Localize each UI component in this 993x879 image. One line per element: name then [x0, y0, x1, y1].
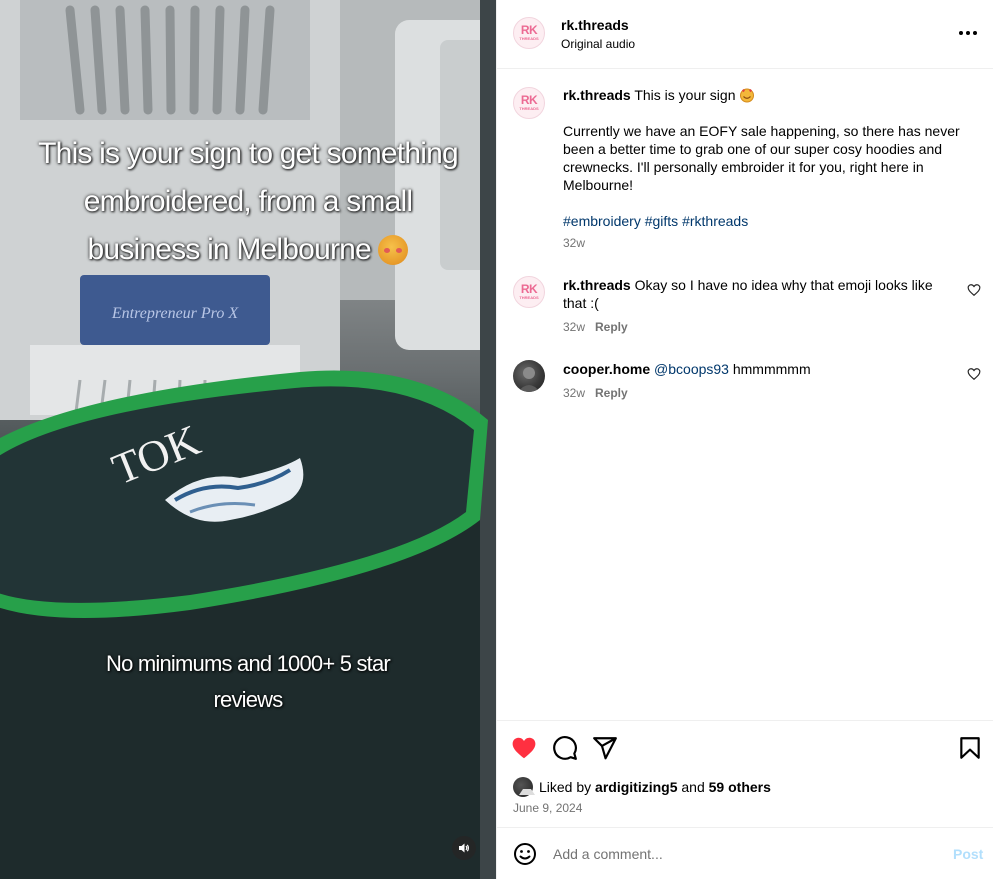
post-header: RK THREADS rk.threads Original audio	[497, 0, 993, 69]
avatar-logo-text: RK	[520, 282, 538, 296]
comment-icon[interactable]	[552, 735, 578, 761]
more-dot	[966, 31, 970, 35]
avatar-logo-text: RK	[520, 23, 538, 37]
liked-by-user[interactable]: ardigitizing5	[595, 779, 677, 795]
post-details-panel: RK THREADS rk.threads Original audio RK …	[496, 0, 993, 879]
comment-username[interactable]: rk.threads	[563, 277, 631, 293]
post-caption: rk.threads This is your sign Currently w…	[563, 86, 963, 234]
speaker-icon	[459, 843, 469, 853]
avatar[interactable]: RK THREADS	[513, 17, 545, 49]
comment-time: 32w	[563, 386, 586, 400]
more-options-button[interactable]	[957, 24, 979, 42]
avatar-logo-subtext: THREADS	[519, 106, 539, 111]
like-heart-icon[interactable]	[511, 735, 537, 761]
share-send-icon[interactable]	[592, 735, 618, 761]
comment-text: hmmmmmm	[732, 361, 811, 377]
header-username[interactable]: rk.threads	[561, 17, 629, 33]
avatar-logo-subtext: THREADS	[519, 36, 539, 41]
avatar[interactable]: RK THREADS	[513, 87, 545, 119]
caption-first-line: This is your sign	[634, 87, 736, 103]
comment: rk.threads Okay so I have no idea why th…	[563, 276, 938, 312]
more-horizontal-icon	[959, 31, 963, 35]
liked-by-prefix: Liked by	[539, 779, 592, 795]
comment-time: 32w	[563, 320, 586, 334]
post-actions: Liked by ardigitizing5 and 59 others Jun…	[497, 720, 993, 828]
avatar-photo	[518, 367, 540, 392]
emoji-smiley-icon[interactable]	[513, 842, 537, 866]
hashtag-link[interactable]: #gifts	[645, 213, 678, 229]
comments-section[interactable]: RK THREADS rk.threads This is your sign …	[497, 70, 993, 720]
hashtag-link[interactable]: #embroidery	[563, 213, 641, 229]
hashtag-link[interactable]: #rkthreads	[682, 213, 748, 229]
caption-username[interactable]: rk.threads	[563, 87, 631, 103]
caption-time: 32w	[563, 236, 586, 250]
mute-button[interactable]	[452, 836, 476, 860]
caption-paragraph: Currently we have an EOFY sale happening…	[563, 123, 960, 193]
comment: cooper.home @bcoops93 hmmmmmm	[563, 360, 963, 378]
video-caption-top: This is your sign to get something embro…	[0, 130, 496, 274]
liked-by-others[interactable]: 59 others	[709, 779, 771, 795]
reply-button[interactable]: Reply	[595, 320, 628, 334]
more-dot	[973, 31, 977, 35]
original-audio-link[interactable]: Original audio	[561, 37, 635, 51]
like-comment-heart-icon[interactable]	[967, 367, 981, 381]
machine-brand-label: Entrepreneur Pro X	[111, 305, 239, 322]
smiling-face-hearts-icon	[378, 235, 409, 265]
save-bookmark-icon[interactable]	[957, 735, 983, 761]
likes-summary: Liked by ardigitizing5 and 59 others	[513, 777, 771, 797]
avatar-logo-subtext: THREADS	[519, 295, 539, 300]
avatar[interactable]: RK THREADS	[513, 276, 545, 308]
reply-button[interactable]: Reply	[595, 386, 628, 400]
avatar-logo-text: RK	[520, 93, 538, 107]
post-comment-button[interactable]: Post	[953, 846, 983, 862]
like-comment-heart-icon[interactable]	[967, 283, 981, 297]
video-caption-bottom: No minimums and 1000+ 5 star reviews	[106, 651, 391, 712]
comment-username[interactable]: cooper.home	[563, 361, 650, 377]
add-comment-bar: Post	[497, 827, 993, 879]
liked-by-and: and	[681, 779, 705, 795]
post-date[interactable]: June 9, 2024	[513, 801, 582, 815]
comment-input[interactable]	[553, 842, 913, 866]
comment-meta: 32w Reply	[563, 320, 628, 334]
comment-meta: 32w Reply	[563, 386, 628, 400]
mention-link[interactable]: @bcoops93	[654, 361, 729, 377]
avatar[interactable]	[513, 360, 545, 392]
smiling-face-hearts-icon	[740, 88, 755, 103]
reel-video[interactable]: Entrepreneur Pro X TOK This is your sign…	[0, 0, 496, 879]
liker-avatar[interactable]	[513, 777, 535, 797]
